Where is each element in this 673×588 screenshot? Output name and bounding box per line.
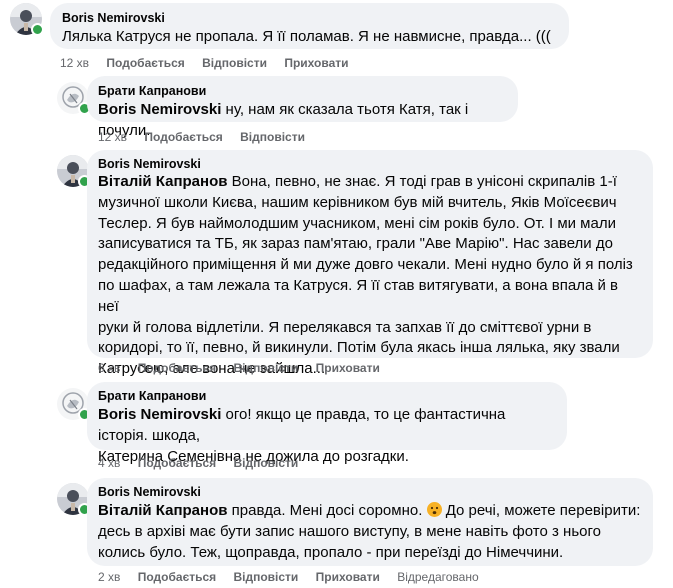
avatar[interactable]	[57, 155, 91, 188]
comment-text-body: Вона, певно, не знає. Я тоді грав в уніс…	[227, 173, 617, 190]
comment-time[interactable]: 6 хв	[98, 361, 120, 375]
comment-actions: 12 хв Подобається Відповісти Приховати	[60, 56, 363, 70]
like-button[interactable]: Подобається	[138, 456, 216, 470]
comment-author[interactable]: Boris Nemirovski	[98, 156, 641, 172]
mention-link[interactable]: Boris Nemirovski	[98, 101, 221, 118]
like-button[interactable]: Подобається	[106, 56, 184, 70]
comment-bubble: Брати Капранови Boris Nemirovski ну, нам…	[87, 76, 518, 139]
like-button[interactable]: Подобається	[138, 570, 216, 584]
avatar[interactable]	[57, 388, 91, 421]
comment-line: десь в архіві має бути запис нашого вист…	[98, 523, 601, 540]
comment-actions: 2 хв Подобається Відповісти Приховати Ві…	[98, 570, 493, 584]
mention-link[interactable]: Віталій Капранов	[98, 502, 227, 519]
comment-time[interactable]: 4 хв	[98, 456, 120, 470]
comment-line: Теслер. Я був наймолодшим учасником, мен…	[98, 214, 616, 232]
comment-line: редакційного приміщення й ми дуже довго …	[98, 256, 633, 274]
comment-text: Віталій Капранов Вона, певно, не знає. Я…	[98, 172, 641, 380]
comment-line: Boris Nemirovski ого! якщо це правда, то…	[98, 404, 555, 446]
reply-2: Boris Nemirovski Віталій Капранов Вона, …	[0, 150, 673, 378]
reply-button[interactable]: Відповісти	[240, 130, 305, 144]
comment-bubble: Boris Nemirovski Віталій Капранов Вона, …	[87, 150, 653, 377]
reply-button[interactable]: Відповісти	[233, 361, 298, 375]
avatar[interactable]	[10, 3, 44, 36]
like-button[interactable]: Подобається	[138, 361, 216, 375]
comment-time[interactable]: 12 хв	[60, 56, 89, 70]
comment-author[interactable]: Брати Капранови	[98, 83, 506, 99]
avatar[interactable]	[57, 82, 91, 115]
comment-time[interactable]: 12 хв	[98, 130, 127, 144]
comment-line: по шафах, а там лежала та Катруся. Я її …	[98, 276, 618, 315]
comment-1: Boris Nemirovski Лялька Катруся не пропа…	[0, 0, 673, 72]
comment-text: Віталій Капранов правда. Мені досі сором…	[98, 500, 641, 563]
online-status-dot	[31, 23, 44, 36]
comment-line: Віталій Капранов Вона, певно, не знає. Я…	[98, 172, 641, 193]
comment-author[interactable]: Брати Капранови	[98, 388, 555, 404]
mention-link[interactable]: Віталій Капранов	[98, 173, 227, 190]
reply-3: Брати Капранови Boris Nemirovski ого! як…	[0, 382, 673, 474]
comment-actions: 12 хв Подобається Відповісти	[98, 130, 319, 144]
like-button[interactable]: Подобається	[144, 130, 222, 144]
reply-4: Boris Nemirovski Віталій Капранов правда…	[0, 478, 673, 588]
comment-line: колись було. Теж, щоправда, пропало - пр…	[98, 544, 564, 561]
comment-text: Лялька Катруся не пропала. Я її поламав.…	[62, 28, 551, 45]
avatar[interactable]	[57, 483, 91, 516]
comment-line: музичної школи Києва, нашим керівником б…	[98, 193, 617, 211]
hide-button[interactable]: Приховати	[284, 56, 348, 70]
hide-button[interactable]: Приховати	[316, 570, 380, 584]
comment-line: записуватися та ТБ, як зараз пам'ятаю, г…	[98, 235, 613, 253]
comment-bubble: Брати Капранови Boris Nemirovski ого! як…	[87, 382, 567, 465]
comment-line: Віталій Капранов правда. Мені досі сором…	[98, 500, 641, 521]
sad-face-emoji-icon	[426, 502, 442, 517]
edited-label: Відредаговано	[397, 570, 479, 584]
reply-button[interactable]: Відповісти	[202, 56, 267, 70]
comment-line: руки й голова відлетіли. Я перелякався т…	[98, 318, 592, 336]
hide-button[interactable]: Приховати	[316, 361, 380, 375]
reply-button[interactable]: Відповісти	[233, 570, 298, 584]
comment-author[interactable]: Boris Nemirovski	[62, 10, 557, 26]
comment-bubble: Boris Nemirovski Віталій Капранов правда…	[87, 478, 653, 566]
comment-actions: 4 хв Подобається Відповісти	[98, 456, 312, 470]
comment-text-body: До речі, можете перевірити:	[441, 502, 641, 519]
comment-time[interactable]: 2 хв	[98, 570, 120, 584]
comment-author[interactable]: Boris Nemirovski	[98, 484, 641, 500]
comment-actions: 6 хв Подобається Відповісти Приховати	[98, 361, 394, 375]
comment-bubble: Boris Nemirovski Лялька Катруся не пропа…	[50, 3, 569, 49]
reply-button[interactable]: Відповісти	[233, 456, 298, 470]
mention-link[interactable]: Boris Nemirovski	[98, 406, 221, 423]
comment-line: коридорі, то її, певно, й викинули. Поті…	[98, 339, 620, 357]
comment-text-body: правда. Мені досі соромно.	[227, 502, 423, 519]
reply-1: Брати Капранови Boris Nemirovski ну, нам…	[0, 76, 673, 146]
